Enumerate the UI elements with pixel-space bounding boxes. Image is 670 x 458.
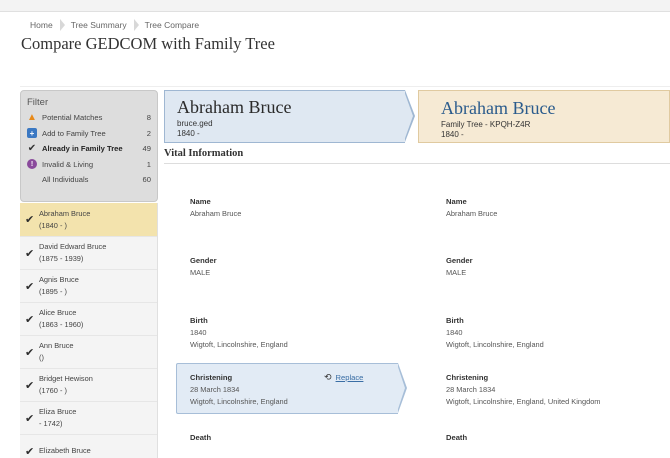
info-icon: ! (27, 159, 37, 170)
gedcom-death-field: Death (190, 433, 212, 442)
filter-panel: Filter ▲ Potential Matches 8 + Add to Fa… (20, 90, 158, 202)
warning-icon: ▲ (27, 112, 37, 124)
gedcom-name-field: Name Abraham Bruce (190, 197, 242, 218)
replace-icon: ⟲ (324, 372, 332, 382)
list-item[interactable]: ✔ Elizabeth Bruce (20, 435, 157, 458)
family-tree-death-field: Death (446, 433, 468, 442)
family-tree-christening-field: Christening 28 March 1834 Wigtoft, Linco… (446, 373, 601, 406)
family-tree-person-header: Abraham Bruce Family Tree - KPQH-Z4R 184… (418, 90, 670, 143)
breadcrumb: Home Tree Summary Tree Compare (26, 18, 205, 32)
top-bar (0, 0, 670, 12)
add-icon: + (27, 128, 37, 139)
filter-already-in-family-tree[interactable]: ✔ Already in Family Tree 49 (27, 141, 151, 157)
person-list: ✔ Abraham Bruce (1840 - ) ✔ David Edward … (20, 203, 158, 458)
list-item[interactable]: ✔ Abraham Bruce (1840 - ) (20, 203, 157, 237)
check-icon: ✔ (25, 214, 35, 226)
family-tree-person-name[interactable]: Abraham Bruce (441, 98, 555, 119)
list-item[interactable]: ✔ Agnis Bruce (1895 - ) (20, 270, 157, 303)
family-tree-gender-field: Gender MALE (446, 256, 473, 277)
gedcom-person-name: Abraham Bruce (177, 97, 292, 117)
breadcrumb-home[interactable]: Home (26, 19, 65, 31)
check-icon: ✔ (25, 247, 35, 260)
gedcom-birth-field: Birth 1840 Wigtoft, Lincolnshire, Englan… (190, 316, 288, 349)
list-item[interactable]: ✔ Eliza Bruce - 1742) (20, 402, 157, 435)
gedcom-christening-box: Christening 28 March 1834 Wigtoft, Linco… (176, 363, 407, 414)
list-item[interactable]: ✔ Alice Bruce (1863 - 1960) (20, 303, 157, 336)
list-item[interactable]: ✔ Bridget Hewison (1760 - ) (20, 369, 157, 402)
list-item[interactable]: ✔ Ann Bruce() (20, 336, 157, 369)
check-icon: ✔ (25, 412, 35, 425)
divider (20, 86, 670, 87)
breadcrumb-tree-compare: Tree Compare (144, 20, 200, 30)
gedcom-dates: 1840 - (177, 129, 200, 138)
list-item[interactable]: ✔ David Edward Bruce (1875 - 1939) (20, 237, 157, 270)
divider (164, 163, 670, 164)
check-icon: ✔ (25, 379, 35, 392)
gedcom-person-header: Abraham Bruce bruce.ged 1840 - (164, 90, 415, 143)
gedcom-gender-field: Gender MALE (190, 256, 217, 277)
filter-add-to-family-tree[interactable]: + Add to Family Tree 2 (27, 126, 151, 142)
filter-all-individuals[interactable]: All Individuals 60 (27, 172, 151, 188)
filter-invalid-living[interactable]: ! Invalid & Living 1 (27, 157, 151, 173)
section-title: Vital Information (164, 148, 244, 159)
filter-title: Filter (27, 97, 49, 108)
gedcom-source: bruce.ged (177, 119, 213, 128)
gedcom-christening-field: Christening 28 March 1834 Wigtoft, Linco… (190, 373, 288, 406)
filter-potential-matches[interactable]: ▲ Potential Matches 8 (27, 110, 151, 126)
family-tree-dates: 1840 - (441, 130, 464, 139)
replace-button[interactable]: ⟲ Replace (324, 372, 363, 383)
family-tree-birth-field: Birth 1840 Wigtoft, Lincolnshire, Englan… (446, 316, 544, 349)
check-icon: ✔ (25, 313, 35, 326)
check-icon: ✔ (25, 445, 35, 458)
check-icon: ✔ (25, 280, 35, 293)
page-title: Compare GEDCOM with Family Tree (21, 34, 275, 53)
family-tree-name-field: Name Abraham Bruce (446, 197, 498, 218)
breadcrumb-tree-summary[interactable]: Tree Summary (65, 19, 139, 31)
family-tree-source: Family Tree - KPQH-Z4R (441, 120, 531, 129)
check-icon: ✔ (27, 143, 37, 155)
check-icon: ✔ (25, 346, 35, 359)
